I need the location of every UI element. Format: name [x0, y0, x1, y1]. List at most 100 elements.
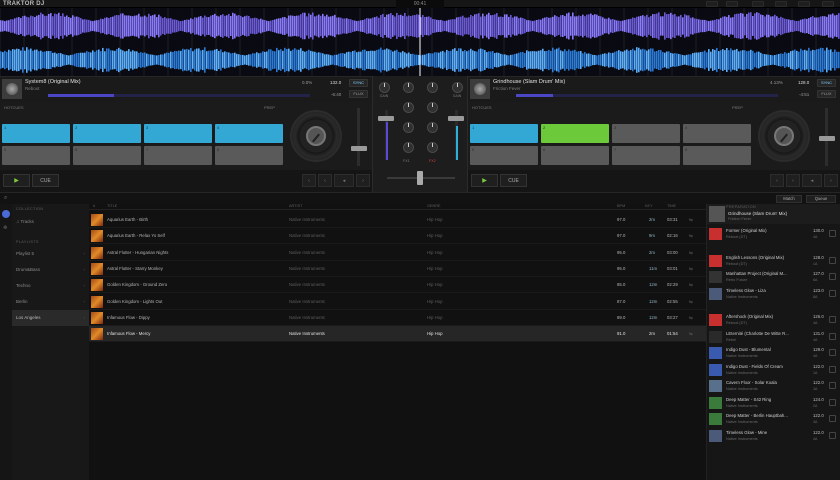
deck-a-prev-button[interactable]: ‹	[302, 174, 316, 187]
search-input[interactable]	[12, 195, 312, 203]
deck-b-progress[interactable]	[516, 94, 778, 97]
add-to-queue-icon[interactable]: ⇆	[689, 315, 693, 321]
channel-b-fader[interactable]	[448, 116, 464, 121]
browser-icon[interactable]	[775, 1, 787, 7]
deck-a-flux-button[interactable]: FLUX	[349, 90, 368, 98]
hotcue-pad-7[interactable]: 7	[144, 146, 212, 165]
deck-b-beatjump-button[interactable]: ◂	[802, 174, 822, 187]
queue-item-menu-icon[interactable]	[829, 273, 836, 280]
sidebar-item-playlist[interactable]: Playlist 5 ›	[12, 246, 89, 262]
queue-item[interactable]: Cavern Floor - Solar Koala Native Instrum…	[707, 378, 840, 394]
waveform-overview[interactable]	[0, 8, 840, 76]
col-key[interactable]: KEY	[645, 204, 653, 208]
sidebar-item-playlist[interactable]: Berlin ›	[12, 294, 89, 310]
sidebar-item-tracks[interactable]: ♫ Tracks	[12, 214, 89, 230]
hotcue-pad-5[interactable]: 5	[2, 146, 70, 165]
table-row[interactable]: Infamous Flow - Dippy Native Instruments H…	[89, 310, 706, 326]
match-button[interactable]: Match	[776, 195, 802, 203]
add-to-queue-icon[interactable]: ⇆	[689, 331, 693, 337]
deck-a-jogwheel[interactable]	[290, 110, 342, 162]
fullscreen-icon[interactable]	[822, 1, 834, 7]
add-to-queue-icon[interactable]: ⇆	[689, 266, 693, 272]
deck-b-prev-button[interactable]: ‹	[770, 174, 784, 187]
table-row[interactable]: Golden Kingdom - Lights Out Native Instru…	[89, 294, 706, 310]
add-to-queue-icon[interactable]: ⇆	[689, 250, 693, 256]
table-row[interactable]: Astral Flutter - Hungarian Nights Native …	[89, 245, 706, 261]
add-to-queue-icon[interactable]: ⇆	[689, 282, 693, 288]
hotcue-pad-2[interactable]: 2	[73, 124, 141, 143]
filter-a-knob[interactable]	[403, 142, 414, 153]
queue-item[interactable]: Indigo Dust - Fields Of Cream Native Inst…	[707, 362, 840, 378]
deck-a-loop-button[interactable]: ‹	[318, 174, 332, 187]
record-icon[interactable]	[752, 1, 764, 7]
col-bpm[interactable]: BPM	[617, 204, 625, 208]
queue-item[interactable]: Indigo Dust - Blumental Native Instrument…	[707, 345, 840, 361]
deck-a-beatjump-button[interactable]: ◂	[334, 174, 354, 187]
hotcue-pad-4[interactable]: 4	[215, 124, 283, 143]
queue-item[interactable]: Aftershock (Original Mix) Reboot (DT) 126.…	[707, 312, 840, 328]
table-row[interactable]: Aquarius Earth - Relax Yo Self Native Ins…	[89, 228, 706, 245]
queue-item-menu-icon[interactable]	[829, 398, 836, 406]
hotcue-pad-8[interactable]: 8	[215, 146, 283, 165]
add-to-queue-icon[interactable]: ⇆	[689, 299, 693, 305]
hi-b-knob[interactable]	[427, 82, 438, 93]
queue-item[interactable]: Deep Matter - Berlin Hauptbah... Native I…	[707, 411, 840, 427]
deck-b-jogwheel[interactable]	[758, 110, 810, 162]
table-row[interactable]: Aquarius Earth - Birth Native Instruments…	[89, 212, 706, 228]
sidebar-item-playlist[interactable]: Drum&Bass ›	[12, 262, 89, 278]
hotcue-pad-4[interactable]: 4	[683, 124, 751, 143]
low-a-knob[interactable]	[403, 122, 414, 133]
deck-b-next-button[interactable]: ›	[824, 174, 838, 187]
channel-a-fader[interactable]	[378, 116, 394, 121]
settings-icon[interactable]: ☸	[3, 225, 7, 231]
deck-a-tempo-knob[interactable]	[351, 146, 367, 151]
deck-a-sync-button[interactable]: SYNC	[349, 79, 368, 87]
deck-b-flux-button[interactable]: FLUX	[817, 90, 836, 98]
sidebar-item-playlist[interactable]: Techno ›	[12, 278, 89, 294]
gear-icon[interactable]	[798, 1, 810, 7]
queue-item-menu-icon[interactable]	[829, 230, 836, 237]
queue-item-menu-icon[interactable]	[829, 289, 836, 297]
hotcue-pad-6[interactable]: 6	[73, 146, 141, 165]
queue-item-menu-icon[interactable]	[829, 415, 836, 422]
col-artist[interactable]: ARTIST	[289, 204, 302, 208]
queue-item-menu-icon[interactable]	[829, 382, 836, 389]
queue-item[interactable]: Manhattan Project (Original M... Retro Fu…	[707, 269, 840, 285]
col-time[interactable]: TIME	[667, 204, 676, 208]
mid-b-knob[interactable]	[427, 102, 438, 113]
deck-a-play-button[interactable]: ▶	[3, 174, 30, 187]
queue-item-menu-icon[interactable]	[829, 256, 836, 264]
monitor-icon[interactable]	[726, 1, 738, 7]
queue-item-menu-icon[interactable]	[829, 349, 836, 356]
hotcue-pad-2[interactable]: 2	[541, 124, 609, 143]
hotcue-pad-3[interactable]: 3	[612, 124, 680, 143]
queue-item[interactable]: LEternité (Charlotte De Witte R... Rebel 1…	[707, 329, 840, 345]
deck-b-sync-button[interactable]: SYNC	[817, 79, 836, 87]
add-to-queue-icon[interactable]: ⇆	[689, 217, 693, 223]
deck-a-cue-button[interactable]: CUE	[32, 174, 59, 187]
deck-b-play-button[interactable]: ▶	[471, 174, 498, 187]
hotcue-pad-7[interactable]: 7	[612, 146, 680, 165]
deck-a-next-button[interactable]: ›	[356, 174, 370, 187]
deck-a-tempo-fader[interactable]	[357, 108, 360, 166]
sidebar-item-playlist[interactable]: Los Angeles ›	[12, 310, 89, 326]
queue-item[interactable]: Former (Original Mix) Reboot (DT) 130.0 4A	[707, 226, 840, 242]
table-row[interactable]: Golden Kingdom - Ground Zero Native Instr…	[89, 277, 706, 294]
table-row[interactable]: Astral Flutter - Starry Monkey Native Ins…	[89, 261, 706, 277]
layout-icon[interactable]	[706, 1, 718, 7]
hotcue-pad-6[interactable]: 6	[541, 146, 609, 165]
gain-b-knob[interactable]	[452, 82, 463, 93]
queue-now-playing[interactable]: PREPARATION Grindhouse (Slam Drum' Mix) …	[707, 204, 840, 224]
queue-item-menu-icon[interactable]	[829, 316, 836, 323]
deck-b-cue-button[interactable]: CUE	[500, 174, 527, 187]
table-row[interactable]: Infamous Flow - Mercy Native Instruments H…	[89, 326, 706, 343]
hotcue-pad-5[interactable]: 5	[470, 146, 538, 165]
deck-b-tempo-knob[interactable]	[819, 136, 835, 141]
gain-a-knob[interactable]	[379, 82, 390, 93]
queue-item-menu-icon[interactable]	[829, 431, 836, 439]
col-title[interactable]: TITLE	[107, 204, 117, 208]
collection-icon[interactable]	[2, 210, 10, 218]
low-b-knob[interactable]	[427, 122, 438, 133]
filter-b-knob[interactable]	[427, 142, 438, 153]
deck-b-loop-button[interactable]: ‹	[786, 174, 800, 187]
